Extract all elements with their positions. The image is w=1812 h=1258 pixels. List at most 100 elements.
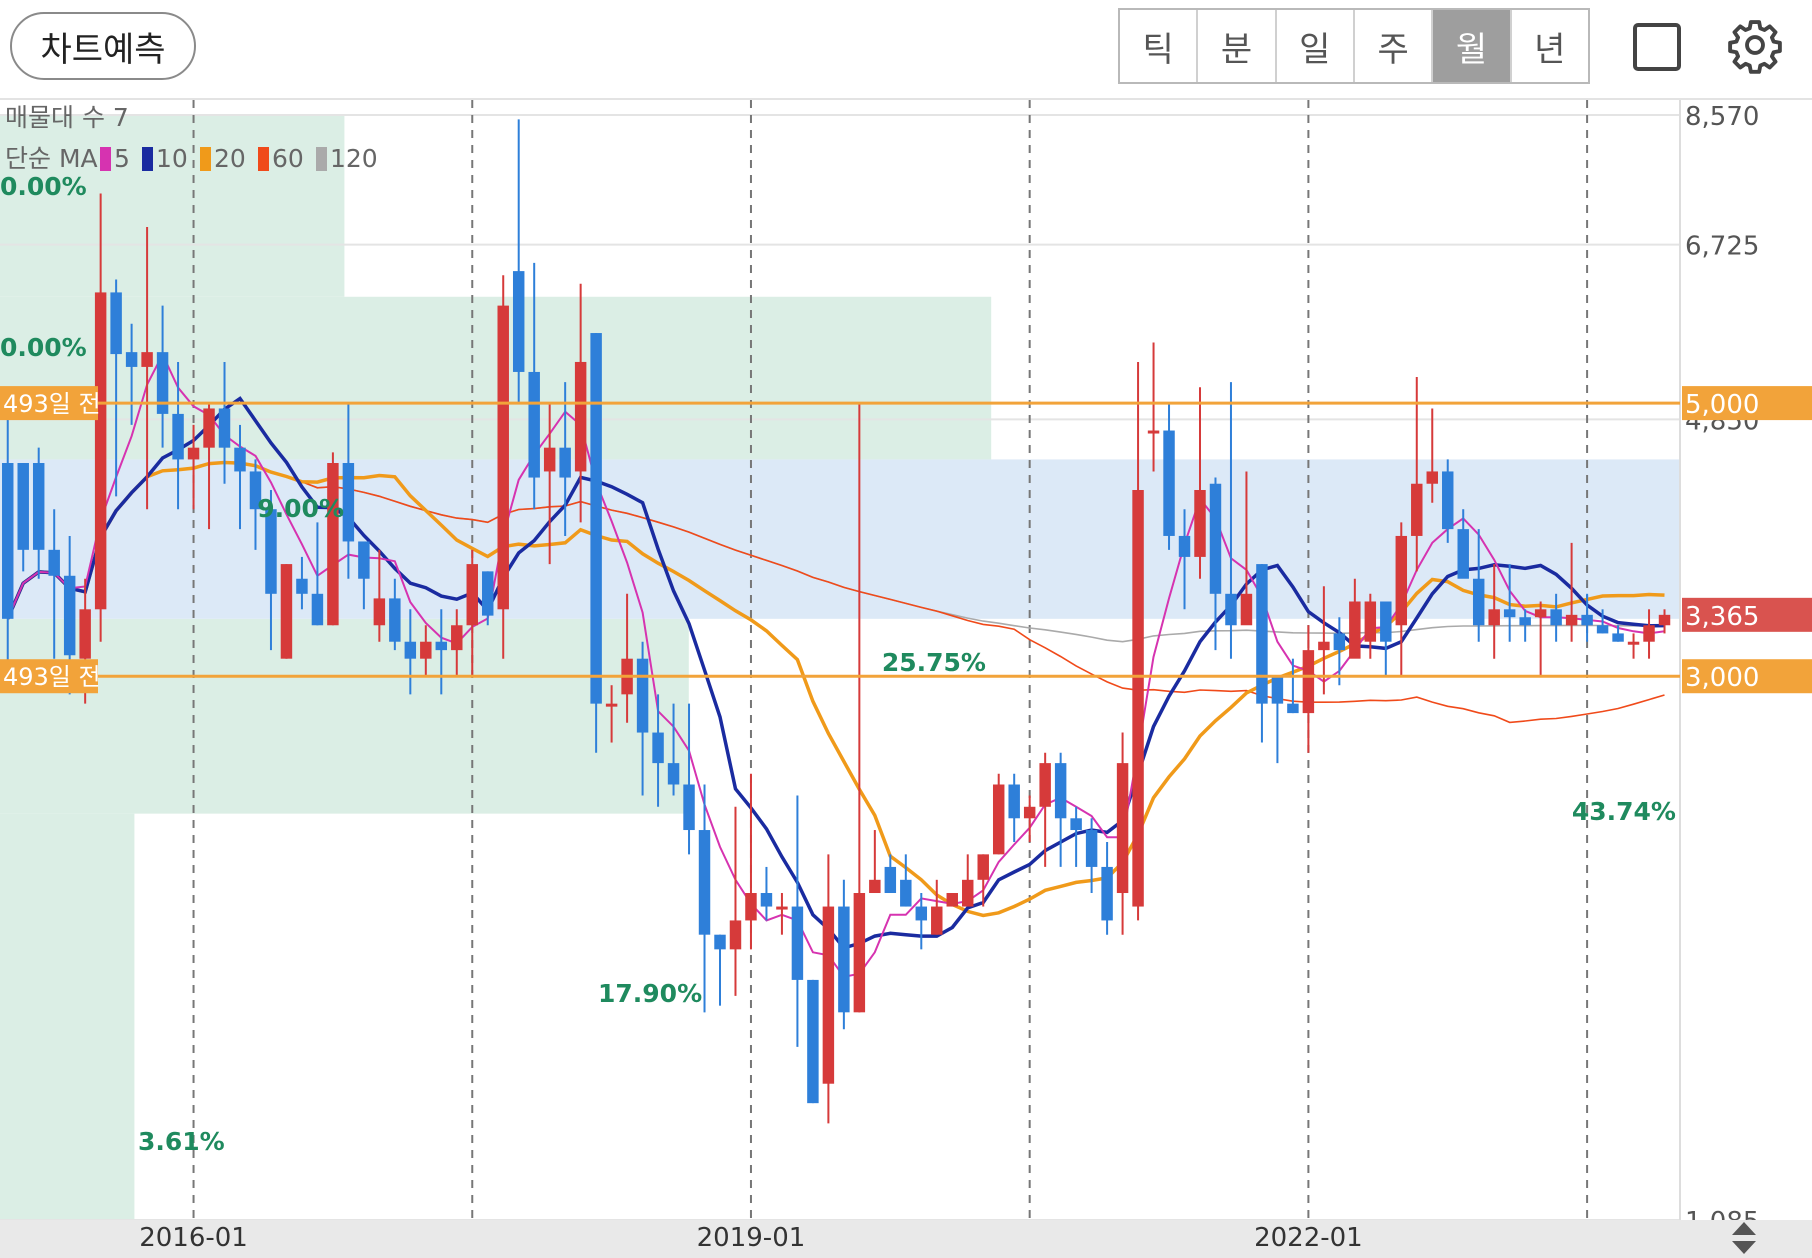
candle-body — [79, 609, 91, 659]
candle-body — [141, 352, 153, 367]
x-tick-label: 2022-01 — [1254, 1223, 1363, 1253]
scroll-updown-icon[interactable] — [1726, 1220, 1762, 1256]
candle-body — [1101, 866, 1113, 921]
candle-body — [992, 784, 1005, 855]
volume-profile-pct: 3.61% — [138, 1127, 225, 1156]
candle-body — [1147, 430, 1160, 434]
chart-predict-button[interactable]: 차트예측 — [10, 12, 196, 80]
candle-body — [1442, 471, 1454, 530]
period-tab-tick[interactable]: 틱 — [1120, 10, 1199, 82]
candle-body — [1627, 641, 1640, 645]
candle-body — [187, 447, 200, 460]
candle-body — [1411, 483, 1423, 536]
period-selector: 틱 분 일 주 월 년 — [1118, 8, 1590, 84]
candle-body — [1503, 609, 1516, 618]
candle-body — [791, 906, 804, 980]
period-tab-day[interactable]: 일 — [1276, 10, 1355, 82]
fullscreen-icon[interactable] — [1632, 22, 1682, 72]
candle-body — [1256, 564, 1268, 704]
candle-body — [1550, 609, 1562, 626]
candle-body — [327, 463, 339, 626]
candle-body — [1581, 614, 1593, 626]
candle-body — [652, 732, 664, 764]
candle-body — [17, 463, 29, 550]
candle-body — [404, 641, 417, 659]
candle-body — [2, 463, 14, 619]
ma-legend-swatch — [100, 147, 111, 171]
candle-body — [590, 333, 602, 704]
period-tab-year[interactable]: 년 — [1511, 10, 1588, 82]
candle-body — [32, 463, 45, 550]
candle-body — [807, 979, 819, 1104]
candle-body — [1472, 578, 1485, 626]
volume-profile-pct: 43.74% — [1572, 797, 1676, 826]
candle-body — [1565, 614, 1578, 626]
candle-body — [667, 763, 680, 785]
ma-legend-period: 120 — [330, 144, 378, 173]
volume-profile-label: 매물대 수 7 — [5, 103, 129, 132]
candlestick-chart[interactable]: 8,5706,7254,8501,0852016-012019-012022-0… — [0, 100, 1812, 1258]
candle-body — [931, 906, 943, 935]
candle-body — [1426, 471, 1438, 484]
period-tab-minute[interactable]: 분 — [1198, 10, 1277, 82]
ma-legend-swatch — [258, 147, 269, 171]
candle-body — [683, 784, 695, 831]
candle-body — [512, 271, 525, 372]
candle-body — [559, 447, 571, 478]
candle-body — [1395, 535, 1408, 626]
price-level-note: 493일 전 — [3, 663, 101, 691]
y-tick-label: 8,570 — [1685, 102, 1759, 132]
candle-body — [342, 463, 355, 542]
candle-body — [451, 625, 463, 651]
candle-body — [760, 893, 773, 907]
candle-body — [1534, 609, 1547, 618]
volume-profile-zone — [0, 115, 345, 297]
last-price-label: 3,365 — [1685, 602, 1759, 632]
ma-legend-period: 10 — [156, 144, 188, 173]
candle-body — [543, 447, 556, 472]
ma-legend-period: 20 — [214, 144, 246, 173]
candle-body — [869, 879, 881, 894]
candle-body — [94, 292, 107, 610]
ma-legend-period: 5 — [114, 144, 130, 173]
gear-icon[interactable] — [1726, 16, 1784, 74]
chart-toolbar: 차트예측 틱 분 일 주 월 년 — [0, 0, 1812, 100]
candle-body — [1194, 489, 1206, 557]
candle-body — [156, 352, 169, 414]
price-level-label: 3,000 — [1685, 663, 1759, 693]
candle-body — [962, 879, 974, 907]
candle-body — [482, 571, 494, 616]
candle-body — [1209, 483, 1222, 594]
candle-body — [1070, 818, 1082, 831]
x-axis-band — [0, 1220, 1812, 1258]
ma-legend-prefix: 단순 MA — [5, 144, 98, 173]
candle-body — [977, 854, 989, 880]
candle-body — [1039, 763, 1051, 807]
period-tab-month[interactable]: 월 — [1433, 10, 1512, 82]
candle-body — [1085, 830, 1098, 867]
period-tab-week[interactable]: 주 — [1354, 10, 1434, 82]
ma-legend-swatch — [316, 147, 327, 171]
candle-body — [1318, 641, 1330, 651]
candle-body — [528, 371, 540, 478]
candle-body — [1658, 614, 1671, 626]
candle-body — [1271, 676, 1284, 704]
candle-body — [389, 598, 401, 642]
candle-body — [358, 541, 370, 579]
candle-body — [218, 408, 231, 448]
price-level-label: 5,000 — [1685, 390, 1759, 420]
candle-body — [915, 906, 928, 921]
candle-body — [853, 893, 866, 1013]
candle-body — [636, 658, 649, 733]
candle-body — [203, 408, 215, 448]
candle-body — [1302, 650, 1315, 714]
candle-body — [1612, 633, 1624, 642]
volume-profile-zone — [0, 296, 992, 460]
volume-profile-pct: 9.00% — [257, 494, 344, 523]
x-tick-label: 2016-01 — [139, 1223, 248, 1253]
candle-body — [1225, 593, 1237, 626]
candle-body — [1178, 535, 1191, 557]
candle-body — [1287, 703, 1299, 714]
candle-body — [1023, 806, 1036, 819]
candle-body — [745, 893, 757, 921]
